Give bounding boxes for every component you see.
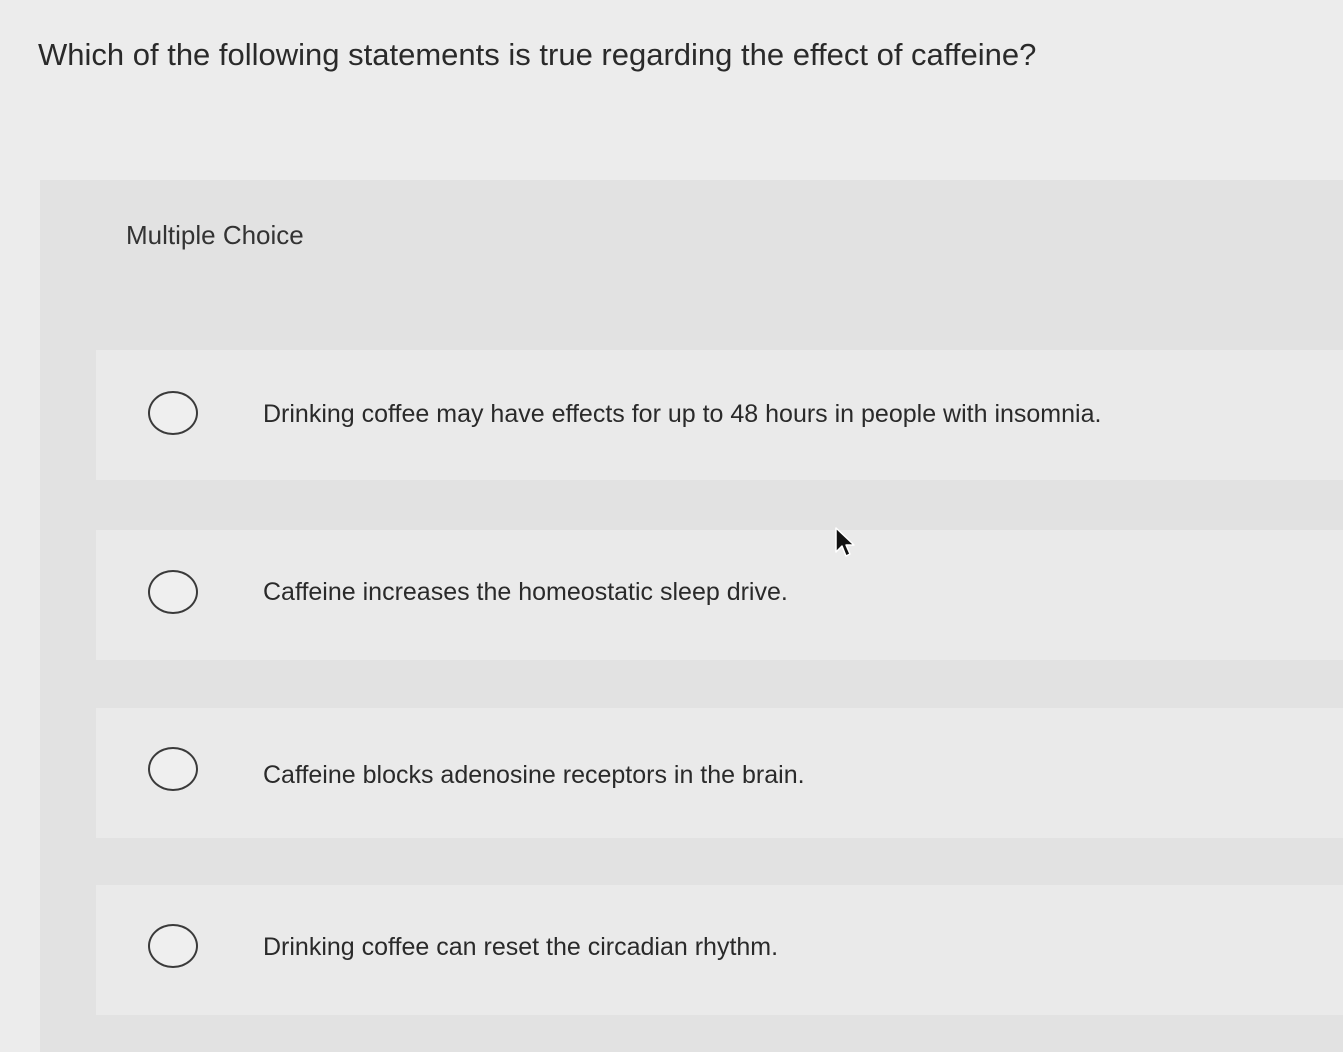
choice-label: Drinking coffee can reset the circadian … (263, 933, 779, 961)
mouse-pointer-icon (835, 527, 855, 557)
choice-option-4[interactable]: Drinking coffee can reset the circadian … (96, 885, 1343, 1015)
multiple-choice-panel: Multiple Choice Drinking coffee may have… (40, 180, 1343, 1052)
choice-option-2[interactable]: Caffeine increases the homeostatic sleep… (96, 530, 1343, 660)
choice-option-1[interactable]: Drinking coffee may have effects for up … (96, 350, 1343, 480)
choice-label: Drinking coffee may have effects for up … (263, 400, 1102, 428)
question-text: Which of the following statements is tru… (38, 37, 1037, 72)
radio-button-icon[interactable] (148, 924, 198, 968)
radio-button-icon[interactable] (148, 747, 198, 791)
radio-button-icon[interactable] (148, 570, 198, 614)
choice-label: Caffeine blocks adenosine receptors in t… (263, 761, 805, 789)
choice-option-3[interactable]: Caffeine blocks adenosine receptors in t… (96, 708, 1343, 838)
choice-label: Caffeine increases the homeostatic sleep… (263, 578, 788, 606)
radio-button-icon[interactable] (148, 391, 198, 435)
multiple-choice-header: Multiple Choice (126, 220, 304, 250)
